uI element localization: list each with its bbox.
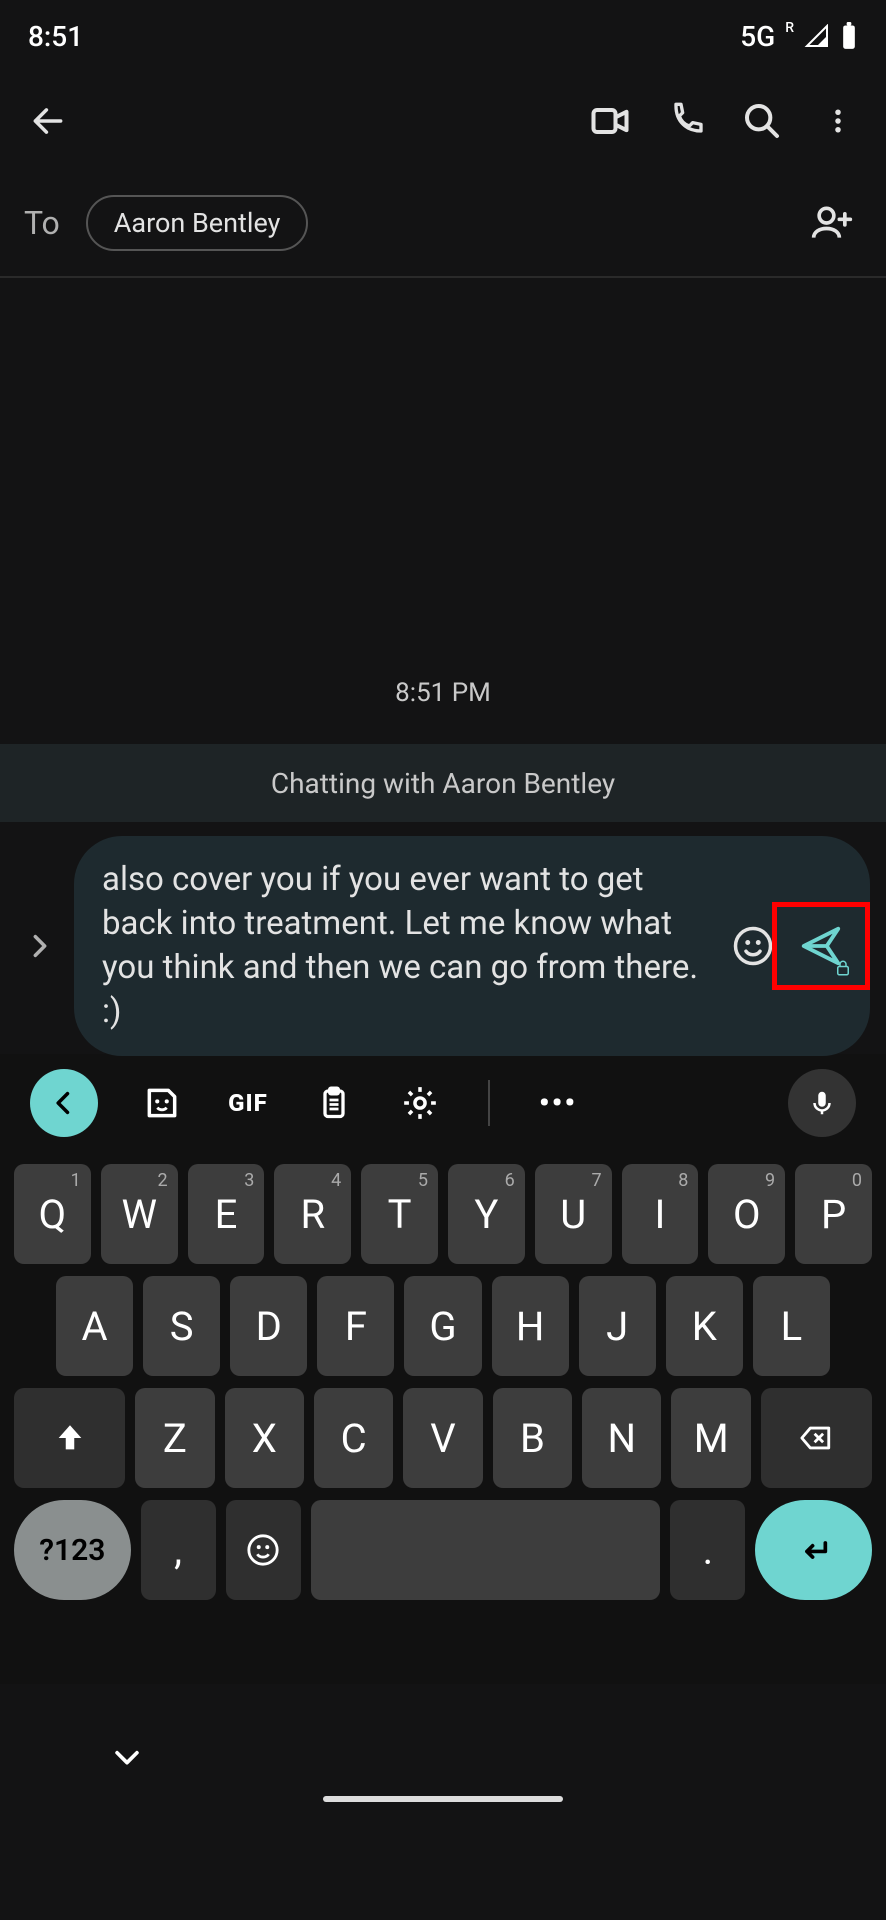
recipient-row: To Aaron Bentley <box>0 170 886 276</box>
key-sublabel: 6 <box>505 1170 515 1191</box>
roaming-label: R <box>785 20 794 36</box>
key-sublabel: 3 <box>244 1170 254 1191</box>
space-key[interactable] <box>311 1500 661 1600</box>
key-t[interactable]: T5 <box>361 1164 438 1264</box>
key-c[interactable]: C <box>314 1388 393 1488</box>
key-m[interactable]: M <box>671 1388 750 1488</box>
key-s[interactable]: S <box>143 1276 220 1376</box>
key-u[interactable]: U7 <box>535 1164 612 1264</box>
network-label: 5G <box>740 20 775 53</box>
key-p[interactable]: P0 <box>795 1164 872 1264</box>
key-l[interactable]: L <box>753 1276 830 1376</box>
system-nav-bar <box>0 1684 886 1820</box>
voice-input-button[interactable] <box>788 1069 856 1137</box>
video-call-button[interactable] <box>580 91 640 151</box>
keyboard-collapse-button[interactable] <box>30 1069 98 1137</box>
key-q[interactable]: Q1 <box>14 1164 91 1264</box>
status-bar: 8:51 5G R <box>0 0 886 72</box>
key-x[interactable]: X <box>225 1388 304 1488</box>
key-o[interactable]: O9 <box>708 1164 785 1264</box>
key-sublabel: 8 <box>678 1170 688 1191</box>
key-a[interactable]: A <box>56 1276 133 1376</box>
overflow-menu-button[interactable] <box>808 91 868 151</box>
keyboard-row-2: ASDFGHJKL <box>14 1276 872 1376</box>
add-recipient-button[interactable] <box>802 193 862 253</box>
key-n[interactable]: N <box>582 1388 661 1488</box>
on-screen-keyboard: GIF ••• Q1W2E3R4T5Y6U7I8O9P0 ASDFGHJKL Z… <box>0 1054 886 1684</box>
toolbar-divider <box>488 1080 490 1126</box>
compose-row: also cover you if you ever want to get b… <box>0 838 886 1054</box>
keyboard-more-button[interactable]: ••• <box>536 1081 580 1125</box>
message-timestamp: 8:51 PM <box>0 678 886 708</box>
banner-text: Chatting with Aaron Bentley <box>271 767 615 800</box>
key-f[interactable]: F <box>317 1276 394 1376</box>
key-sublabel: 0 <box>852 1170 862 1191</box>
conversation-area[interactable]: 8:51 PM Chatting with Aaron Bentley <box>0 276 886 838</box>
compose-input[interactable]: also cover you if you ever want to get b… <box>102 858 714 1034</box>
search-button[interactable] <box>732 91 792 151</box>
key-r[interactable]: R4 <box>274 1164 351 1264</box>
highlight-box <box>772 902 870 990</box>
keyboard-row-4: ?123 , . <box>14 1500 872 1600</box>
key-sublabel: 1 <box>71 1170 81 1191</box>
compose-area: also cover you if you ever want to get b… <box>74 836 870 1056</box>
back-button[interactable] <box>18 91 78 151</box>
shift-key[interactable] <box>14 1388 125 1488</box>
status-right: 5G R <box>740 20 858 53</box>
key-sublabel: 7 <box>591 1170 601 1191</box>
keyboard-toolbar: GIF ••• <box>14 1054 872 1152</box>
status-time: 8:51 <box>28 20 83 53</box>
key-j[interactable]: J <box>579 1276 656 1376</box>
voice-call-button[interactable] <box>656 91 716 151</box>
key-k[interactable]: K <box>666 1276 743 1376</box>
emoji-key[interactable] <box>226 1500 301 1600</box>
key-sublabel: 2 <box>157 1170 167 1191</box>
expand-compose-button[interactable] <box>16 922 64 970</box>
enter-key[interactable] <box>755 1500 872 1600</box>
key-y[interactable]: Y6 <box>448 1164 525 1264</box>
key-v[interactable]: V <box>403 1388 482 1488</box>
chat-status-banner: Chatting with Aaron Bentley <box>0 744 886 822</box>
key-sublabel: 9 <box>765 1170 775 1191</box>
key-i[interactable]: I8 <box>622 1164 699 1264</box>
key-h[interactable]: H <box>492 1276 569 1376</box>
recipient-name: Aaron Bentley <box>114 207 281 239</box>
app-bar <box>0 72 886 170</box>
battery-icon <box>840 22 858 50</box>
keyboard-dismiss-button[interactable] <box>110 1740 144 1774</box>
key-w[interactable]: W2 <box>101 1164 178 1264</box>
key-e[interactable]: E3 <box>188 1164 265 1264</box>
sticker-button[interactable] <box>140 1081 184 1125</box>
key-sublabel: 4 <box>331 1170 341 1191</box>
key-b[interactable]: B <box>493 1388 572 1488</box>
key-z[interactable]: Z <box>135 1388 214 1488</box>
signal-icon <box>804 24 830 48</box>
send-button[interactable] <box>792 917 850 975</box>
clipboard-button[interactable] <box>312 1081 356 1125</box>
comma-key[interactable]: , <box>141 1500 216 1600</box>
emoji-button[interactable] <box>728 921 778 971</box>
keyboard-row-1: Q1W2E3R4T5Y6U7I8O9P0 <box>14 1164 872 1264</box>
backspace-key[interactable] <box>761 1388 872 1488</box>
settings-button[interactable] <box>398 1081 442 1125</box>
key-g[interactable]: G <box>404 1276 481 1376</box>
keyboard-row-3: ZXCVBNM <box>14 1388 872 1488</box>
key-sublabel: 5 <box>418 1170 428 1191</box>
recipient-chip[interactable]: Aaron Bentley <box>86 195 309 251</box>
key-d[interactable]: D <box>230 1276 307 1376</box>
period-key[interactable]: . <box>670 1500 745 1600</box>
symbols-key[interactable]: ?123 <box>14 1500 131 1600</box>
to-label: To <box>24 204 60 242</box>
gif-button[interactable]: GIF <box>226 1081 270 1125</box>
nav-pill[interactable] <box>323 1796 563 1802</box>
